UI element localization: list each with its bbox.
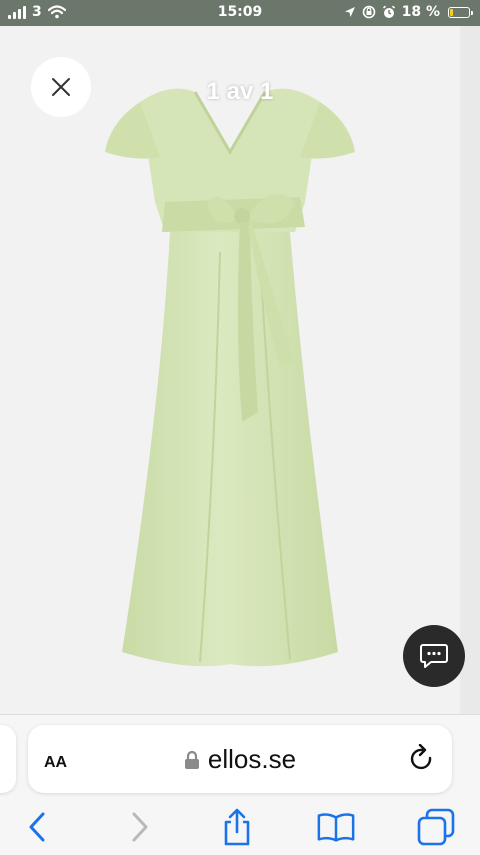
forward-icon [132, 812, 148, 842]
reload-icon[interactable] [408, 744, 436, 774]
share-icon [224, 808, 250, 846]
forward-button[interactable] [120, 807, 160, 847]
back-icon [29, 812, 45, 842]
close-icon [52, 78, 70, 96]
lock-icon [184, 750, 199, 769]
share-button[interactable] [217, 807, 257, 847]
close-button[interactable] [31, 57, 91, 117]
tabs-icon [417, 808, 455, 846]
browser-chrome: AA ellos.se [0, 714, 480, 855]
status-right: 18 % [344, 4, 473, 20]
status-bar: 3 15:09 18 % [0, 0, 480, 26]
battery-icon [448, 6, 473, 18]
address-bar[interactable]: AA ellos.se [28, 725, 452, 793]
product-image[interactable] [100, 82, 360, 682]
chat-icon [420, 644, 448, 668]
bookmarks-button[interactable] [316, 807, 356, 847]
image-viewer[interactable]: 1 av 1 [0, 26, 480, 714]
image-counter: 1 av 1 [206, 78, 274, 105]
url-text[interactable]: ellos.se [208, 744, 296, 775]
bookmarks-icon [317, 813, 355, 842]
alarm-icon [382, 5, 395, 18]
lock-rotation-icon [362, 5, 375, 19]
battery-fill [450, 8, 453, 16]
chat-button[interactable] [403, 625, 465, 687]
tabs-button[interactable] [416, 807, 456, 847]
back-button[interactable] [17, 807, 57, 847]
battery-percent: 18 % [401, 4, 440, 20]
next-image-strip [460, 26, 480, 714]
url-container[interactable]: ellos.se [28, 744, 452, 775]
browser-toolbar [0, 803, 480, 855]
location-icon [344, 7, 355, 17]
previous-tab-peek[interactable] [0, 725, 16, 793]
